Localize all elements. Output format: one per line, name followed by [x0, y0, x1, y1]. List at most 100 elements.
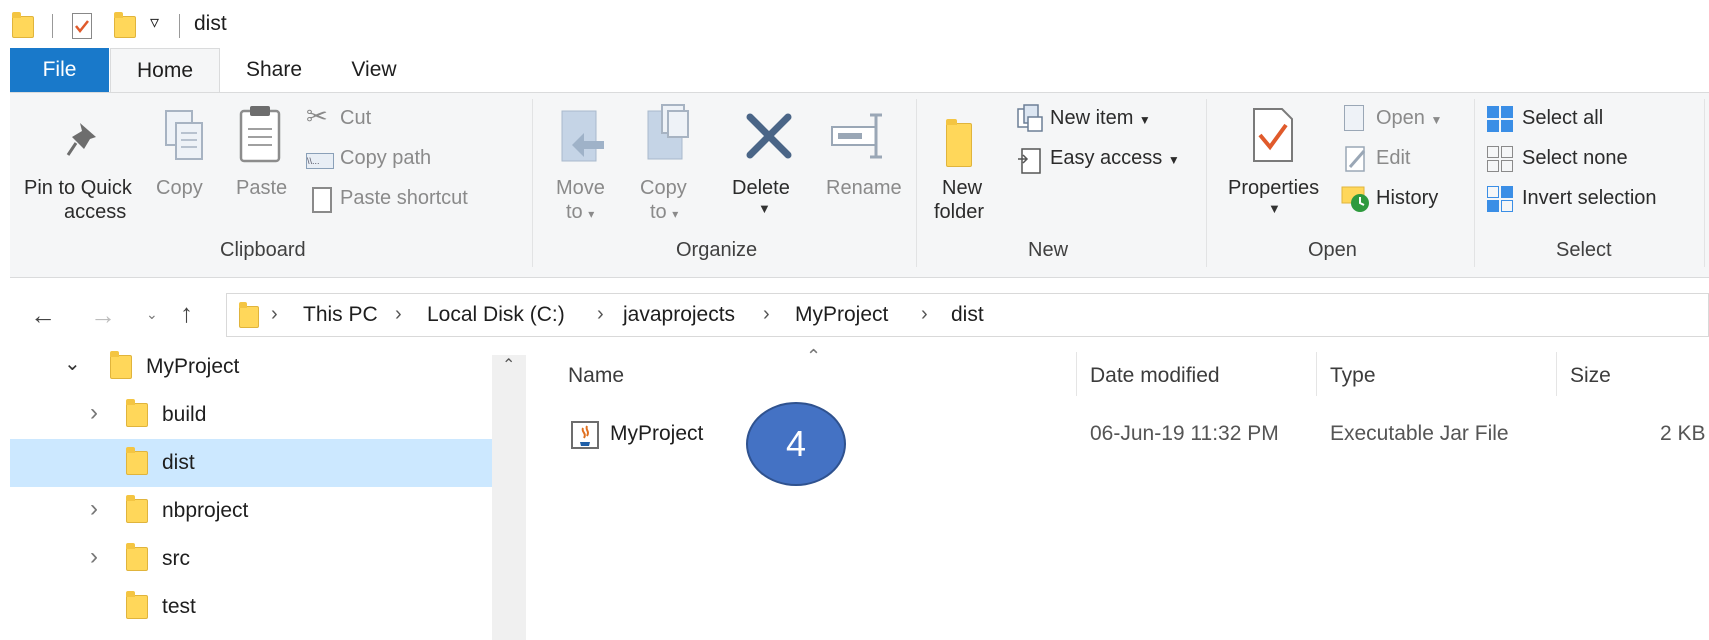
tab-view[interactable]: View	[334, 48, 414, 92]
invert-selection-button[interactable]: Invert selection	[1486, 183, 1696, 217]
copy-label: Copy	[156, 177, 203, 199]
new-folder-icon[interactable]	[114, 12, 136, 38]
organize-group-label: Organize	[676, 239, 758, 261]
chevron-right-icon[interactable]: ›	[90, 495, 98, 523]
column-header-name[interactable]: Name	[568, 364, 624, 388]
copy-to-icon	[647, 104, 689, 160]
chevron-right-icon[interactable]: ›	[90, 399, 98, 427]
jar-file-icon	[571, 421, 599, 449]
pin-to-quick-access-button[interactable]: Pin to Quick access	[20, 101, 142, 231]
title-bar: ▿ dist	[0, 0, 1709, 48]
tab-share[interactable]: Share	[234, 48, 314, 92]
customize-toolbar-icon[interactable]: ▿	[150, 12, 159, 33]
select-all-button[interactable]: Select all	[1486, 103, 1686, 137]
delete-x-icon	[746, 113, 792, 159]
column-separator[interactable]	[1076, 352, 1077, 396]
select-none-button[interactable]: Select none	[1486, 143, 1686, 177]
folder-icon	[239, 302, 259, 328]
invert-selection-icon	[1487, 186, 1513, 212]
folder-icon	[126, 447, 148, 475]
pin-icon	[66, 123, 96, 156]
breadcrumb-chevron[interactable]: ›	[395, 303, 402, 326]
new-item-label: New item ▼	[1050, 107, 1151, 129]
file-date: 06-Jun-19 11:32 PM	[1090, 422, 1279, 445]
tree-item-label: test	[162, 595, 196, 618]
edit-button[interactable]: Edit	[1340, 143, 1440, 177]
new-item-button[interactable]: New item ▼	[1014, 103, 1194, 137]
table-row[interactable]: MyProject 06-Jun-19 11:32 PM Executable …	[560, 414, 1709, 458]
chevron-down-icon[interactable]: ▼	[1268, 201, 1281, 216]
easy-access-button[interactable]: Easy access ▼	[1014, 143, 1204, 177]
chevron-down-icon[interactable]: ⌄	[64, 351, 81, 376]
breadcrumb-local-disk[interactable]: Local Disk (C:)	[427, 303, 565, 327]
scroll-up-arrow-icon[interactable]: ⌃	[502, 355, 515, 375]
group-separator	[1206, 99, 1207, 267]
properties-icon[interactable]	[72, 13, 92, 39]
history-icon	[1341, 186, 1369, 212]
folder-icon	[12, 12, 34, 38]
column-header-size[interactable]: Size	[1570, 364, 1611, 388]
tab-file[interactable]: File	[10, 48, 109, 92]
navigation-pane: ⌄ MyProject › build dist › nbproject › s…	[0, 343, 492, 640]
delete-button[interactable]: Delete ▼	[728, 101, 810, 231]
tree-item-myproject[interactable]: ⌄ MyProject	[10, 343, 492, 391]
tree-item-label: dist	[162, 451, 195, 474]
tree-item-test[interactable]: test	[10, 583, 492, 631]
column-header-date[interactable]: Date modified	[1090, 364, 1220, 388]
move-to-button[interactable]: Move to ▾	[550, 101, 620, 231]
breadcrumb-myproject[interactable]: MyProject	[795, 303, 888, 327]
new-folder-button[interactable]: New folder	[928, 101, 998, 237]
clipboard-icon	[239, 106, 281, 163]
up-button[interactable]: ↑	[180, 298, 193, 329]
tree-item-src[interactable]: › src	[10, 535, 492, 583]
breadcrumb-chevron[interactable]: ›	[271, 303, 278, 326]
breadcrumb-chevron[interactable]: ›	[921, 303, 928, 326]
step-annotation-badge: 4	[746, 402, 846, 486]
open-label: Open ▼	[1376, 107, 1443, 129]
separator	[52, 14, 53, 38]
group-separator	[916, 99, 917, 267]
separator	[179, 14, 180, 38]
breadcrumb-javaprojects[interactable]: javaprojects	[623, 303, 735, 327]
forward-button[interactable]: →	[90, 300, 116, 331]
address-bar[interactable]: › This PC › Local Disk (C:) › javaprojec…	[226, 293, 1709, 337]
tree-item-label: nbproject	[162, 499, 249, 522]
cut-button[interactable]: ✂ Cut	[304, 101, 454, 137]
tree-item-build[interactable]: › build	[10, 391, 492, 439]
history-label: History	[1376, 187, 1439, 209]
tab-home[interactable]: Home	[110, 48, 220, 92]
breadcrumb-chevron[interactable]: ›	[763, 303, 770, 326]
copy-to-label-line2: to ▾	[650, 201, 679, 223]
group-separator	[1704, 99, 1705, 267]
rename-button[interactable]: Rename	[816, 101, 906, 231]
nav-scrollbar[interactable]: ⌃	[492, 355, 526, 640]
open-button[interactable]: Open ▼	[1340, 103, 1460, 137]
copy-button[interactable]: Copy	[150, 101, 220, 231]
tree-item-nbproject[interactable]: › nbproject	[10, 487, 492, 535]
history-button[interactable]: History	[1340, 183, 1460, 217]
copy-path-button[interactable]: \\... Copy path	[304, 143, 474, 177]
column-separator[interactable]	[1316, 352, 1317, 396]
paste-button[interactable]: Paste	[228, 101, 304, 231]
chevron-down-icon[interactable]: ▼	[758, 201, 771, 216]
breadcrumb-this-pc[interactable]: This PC	[303, 303, 378, 327]
select-group-label: Select	[1556, 239, 1612, 261]
recent-locations-button[interactable]: ⌄	[146, 306, 158, 323]
properties-label: Properties	[1228, 177, 1320, 199]
chevron-right-icon[interactable]: ›	[90, 543, 98, 571]
folder-icon	[946, 119, 972, 167]
back-button[interactable]: ←	[30, 300, 56, 331]
paste-shortcut-button[interactable]: Paste shortcut	[304, 183, 504, 217]
delete-label: Delete	[732, 177, 790, 199]
move-to-label-line1: Move	[556, 177, 605, 199]
paste-shortcut-label: Paste shortcut	[340, 187, 468, 209]
column-header-type[interactable]: Type	[1330, 364, 1376, 388]
breadcrumb-dist[interactable]: dist	[951, 303, 984, 327]
tree-item-dist[interactable]: dist	[10, 439, 492, 487]
breadcrumb-chevron[interactable]: ›	[597, 303, 604, 326]
properties-button[interactable]: Properties ▼	[1218, 101, 1330, 237]
folder-icon	[110, 351, 132, 379]
column-separator[interactable]	[1556, 352, 1557, 396]
copy-to-button[interactable]: Copy to ▾	[634, 101, 704, 231]
copy-to-label-line1: Copy	[640, 177, 687, 199]
